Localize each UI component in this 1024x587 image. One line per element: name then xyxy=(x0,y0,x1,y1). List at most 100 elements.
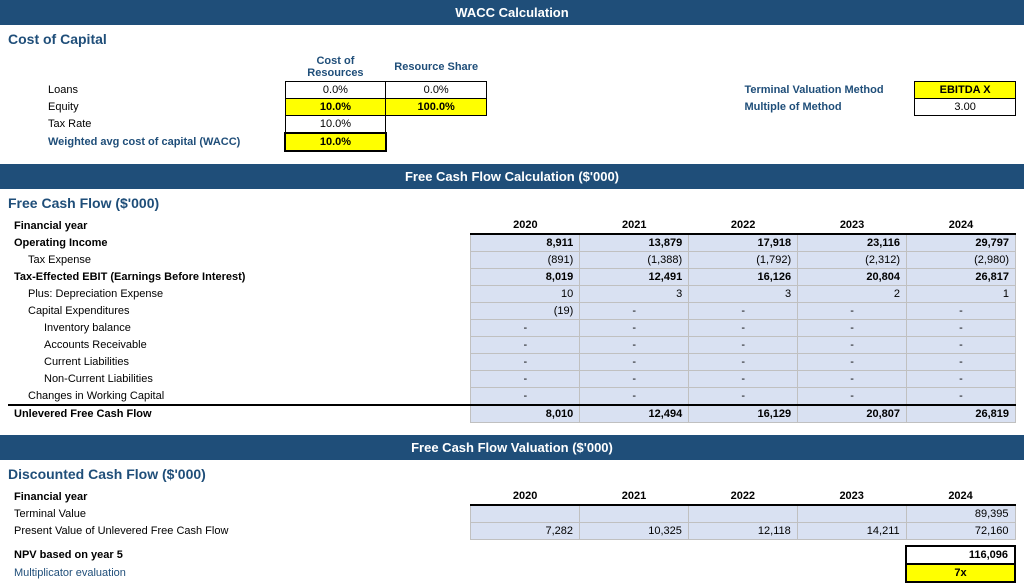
dcf-title: Discounted Cash Flow ($'000) xyxy=(0,460,1024,484)
fcf-ncl-2023: - xyxy=(798,371,907,388)
fcf-capex-2024: - xyxy=(907,303,1016,320)
fcf-ncl-label: Non-Current Liabilities xyxy=(8,371,471,388)
fcf-cl-2022: - xyxy=(689,354,798,371)
fcf-inventory-label: Inventory balance xyxy=(8,320,471,337)
fcf-capex-2023: - xyxy=(798,303,907,320)
fcf-ar-row: Accounts Receivable - - - - - xyxy=(8,337,1016,354)
dcf-year-2020: 2020 xyxy=(471,488,580,505)
dcf-terminal-row: Terminal Value 89,395 xyxy=(8,505,1015,523)
fcf-te-2022: (1,792) xyxy=(689,252,798,269)
fcf-capex-2021: - xyxy=(580,303,689,320)
dcf-pv-2020: 7,282 xyxy=(471,523,580,540)
fcf-inv-2022: - xyxy=(689,320,798,337)
fcf-ar-2021: - xyxy=(580,337,689,354)
fcf-capex-label: Capital Expenditures xyxy=(8,303,471,320)
fcf-ncl-2020: - xyxy=(471,371,580,388)
fcf-tax-expense-row: Tax Expense (891) (1,388) (1,792) (2,312… xyxy=(8,252,1016,269)
fcf-ncl-2024: - xyxy=(907,371,1016,388)
fcf-dep-2022: 3 xyxy=(689,286,798,303)
fcf-operating-income-label: Operating Income xyxy=(8,234,471,252)
fcf-inventory-row: Inventory balance - - - - - xyxy=(8,320,1016,337)
dcf-pv-label: Present Value of Unlevered Free Cash Flo… xyxy=(8,523,471,540)
loans-cost[interactable]: 0.0% xyxy=(285,82,386,99)
dcf-year-header-row: Financial year 2020 2021 2022 2023 2024 xyxy=(8,488,1015,505)
loans-label: Loans xyxy=(8,82,285,99)
fcf-wc-2023: - xyxy=(798,388,907,406)
fcf-year-2022: 2022 xyxy=(689,217,798,234)
fcf-ncl-2022: - xyxy=(689,371,798,388)
dcf-mult-empty-2021 xyxy=(580,564,689,582)
fcf-header: Free Cash Flow Calculation ($'000) xyxy=(0,164,1024,189)
fcf-te-2023: (2,312) xyxy=(798,252,907,269)
fcf-ar-2020: - xyxy=(471,337,580,354)
fcf-ufcf-2021: 12,494 xyxy=(580,405,689,423)
dcf-npv-empty-2021 xyxy=(580,546,689,564)
cost-of-capital-title: Cost of Capital xyxy=(0,25,1024,49)
fcf-wc-row: Changes in Working Capital - - - - - xyxy=(8,388,1016,406)
equity-cost[interactable]: 10.0% xyxy=(285,99,386,116)
multiple-label: Multiple of Method xyxy=(738,99,914,116)
dcf-npv-empty-2023 xyxy=(797,546,906,564)
wacc-equity-row: Equity 10.0% 100.0% Multiple of Method 3… xyxy=(8,99,1016,116)
fcf-ufcf-2020: 8,010 xyxy=(471,405,580,423)
dcf-mult-value[interactable]: 7x xyxy=(906,564,1015,582)
dcf-terminal-label: Terminal Value xyxy=(8,505,471,523)
fcf-wc-2020: - xyxy=(471,388,580,406)
fcf-ufcf-2022: 16,129 xyxy=(689,405,798,423)
wacc-taxrate-row: Tax Rate 10.0% xyxy=(8,116,1016,134)
fcf-cl-2021: - xyxy=(580,354,689,371)
fcf-ufcf-label: Unlevered Free Cash Flow xyxy=(8,405,471,423)
wacc-label: Weighted avg cost of capital (WACC) xyxy=(8,133,285,151)
dcf-mult-empty-2023 xyxy=(797,564,906,582)
dcf-npv-empty-2022 xyxy=(688,546,797,564)
wacc-table: Cost of Resources Resource Share Loans 0… xyxy=(8,53,1016,152)
dcf-year-2023: 2023 xyxy=(797,488,906,505)
fcf-oi-2023: 23,116 xyxy=(798,234,907,252)
fcf-ar-2022: - xyxy=(689,337,798,354)
fcf-ar-2024: - xyxy=(907,337,1016,354)
fcf-ufcf-2023: 20,807 xyxy=(798,405,907,423)
fcf-operating-income-row: Operating Income 8,911 13,879 17,918 23,… xyxy=(8,234,1016,252)
fcf-tax-expense-label: Tax Expense xyxy=(8,252,471,269)
fcf-ebit-2021: 12,491 xyxy=(580,269,689,286)
dcf-pv-2021: 10,325 xyxy=(580,523,689,540)
equity-share[interactable]: 100.0% xyxy=(386,99,487,116)
dcf-mult-empty-2022 xyxy=(688,564,797,582)
fcf-depreciation-row: Plus: Depreciation Expense 10 3 3 2 1 xyxy=(8,286,1016,303)
fcf-te-2020: (891) xyxy=(471,252,580,269)
fcf-capex-2022: - xyxy=(689,303,798,320)
fcf-ufcf-row: Unlevered Free Cash Flow 8,010 12,494 16… xyxy=(8,405,1016,423)
fcf-ebit-row: Tax-Effected EBIT (Earnings Before Inter… xyxy=(8,269,1016,286)
dcf-mult-row: Multiplicator evaluation 7x xyxy=(8,564,1015,582)
dcf-tv-2021 xyxy=(580,505,689,523)
valuation-header: Free Cash Flow Valuation ($'000) xyxy=(0,435,1024,460)
fcf-inv-2024: - xyxy=(907,320,1016,337)
dcf-pv-2023: 14,211 xyxy=(797,523,906,540)
dcf-mult-empty-2020 xyxy=(471,564,580,582)
dcf-npv-empty-2020 xyxy=(471,546,580,564)
fcf-oi-2024: 29,797 xyxy=(907,234,1016,252)
wacc-header: WACC Calculation xyxy=(0,0,1024,25)
loans-share[interactable]: 0.0% xyxy=(386,82,487,99)
fcf-ebit-2020: 8,019 xyxy=(471,269,580,286)
fcf-cl-row: Current Liabilities - - - - - xyxy=(8,354,1016,371)
dcf-tv-2023 xyxy=(797,505,906,523)
fcf-ebit-2024: 26,817 xyxy=(907,269,1016,286)
fcf-title: Free Cash Flow ($'000) xyxy=(0,189,1024,213)
fcf-dep-2021: 3 xyxy=(580,286,689,303)
fcf-year-2024: 2024 xyxy=(907,217,1016,234)
fcf-year-label: Financial year xyxy=(8,217,471,234)
terminal-value-cell[interactable]: EBITDA X xyxy=(915,82,1016,99)
fcf-ncl-row: Non-Current Liabilities - - - - - xyxy=(8,371,1016,388)
dcf-mult-label: Multiplicator evaluation xyxy=(8,564,471,582)
fcf-cl-2023: - xyxy=(798,354,907,371)
fcf-dep-2023: 2 xyxy=(798,286,907,303)
fcf-cl-label: Current Liabilities xyxy=(8,354,471,371)
fcf-oi-2022: 17,918 xyxy=(689,234,798,252)
fcf-cl-2020: - xyxy=(471,354,580,371)
wacc-result-row: Weighted avg cost of capital (WACC) 10.0… xyxy=(8,133,1016,151)
fcf-inv-2020: - xyxy=(471,320,580,337)
multiple-value-cell[interactable]: 3.00 xyxy=(915,99,1016,116)
taxrate-value[interactable]: 10.0% xyxy=(285,116,386,134)
fcf-cl-2024: - xyxy=(907,354,1016,371)
